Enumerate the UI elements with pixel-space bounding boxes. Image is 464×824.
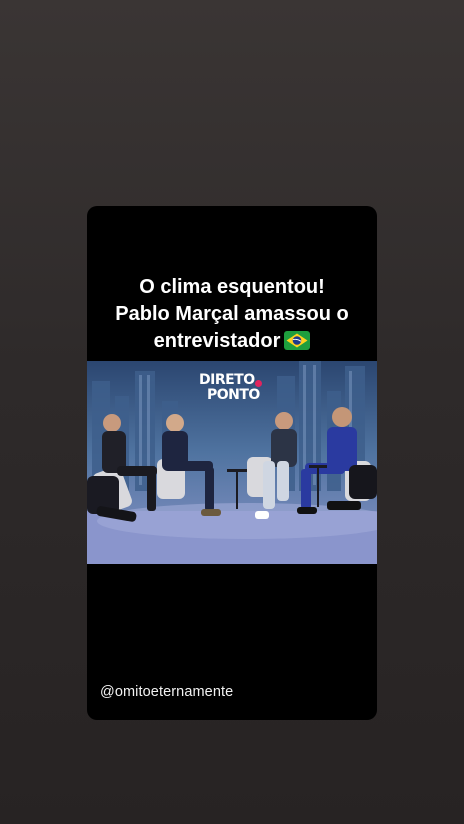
video-player[interactable]: DIRETO PONTO [87, 361, 377, 564]
brazil-flag-icon [284, 331, 311, 358]
video-logo-line-2: PONTO [207, 387, 260, 403]
logo-accent-dot [255, 380, 262, 387]
caption-line-2: Pablo Marçal amassou o [115, 303, 349, 325]
caption: O clima esquentou! Pablo Marçal amassou … [87, 274, 377, 358]
video-logo-line-1: DIRETO [199, 372, 255, 388]
caption-line-3: entrevistador [153, 330, 281, 352]
story-card: O clima esquentou! Pablo Marçal amassou … [87, 206, 377, 720]
caption-line-3-wrap: entrevistador [87, 328, 377, 358]
caption-line-1: O clima esquentou! [139, 276, 325, 298]
account-handle[interactable]: @omitoeternamente [100, 684, 233, 700]
video-logo: DIRETO PONTO [199, 372, 262, 403]
